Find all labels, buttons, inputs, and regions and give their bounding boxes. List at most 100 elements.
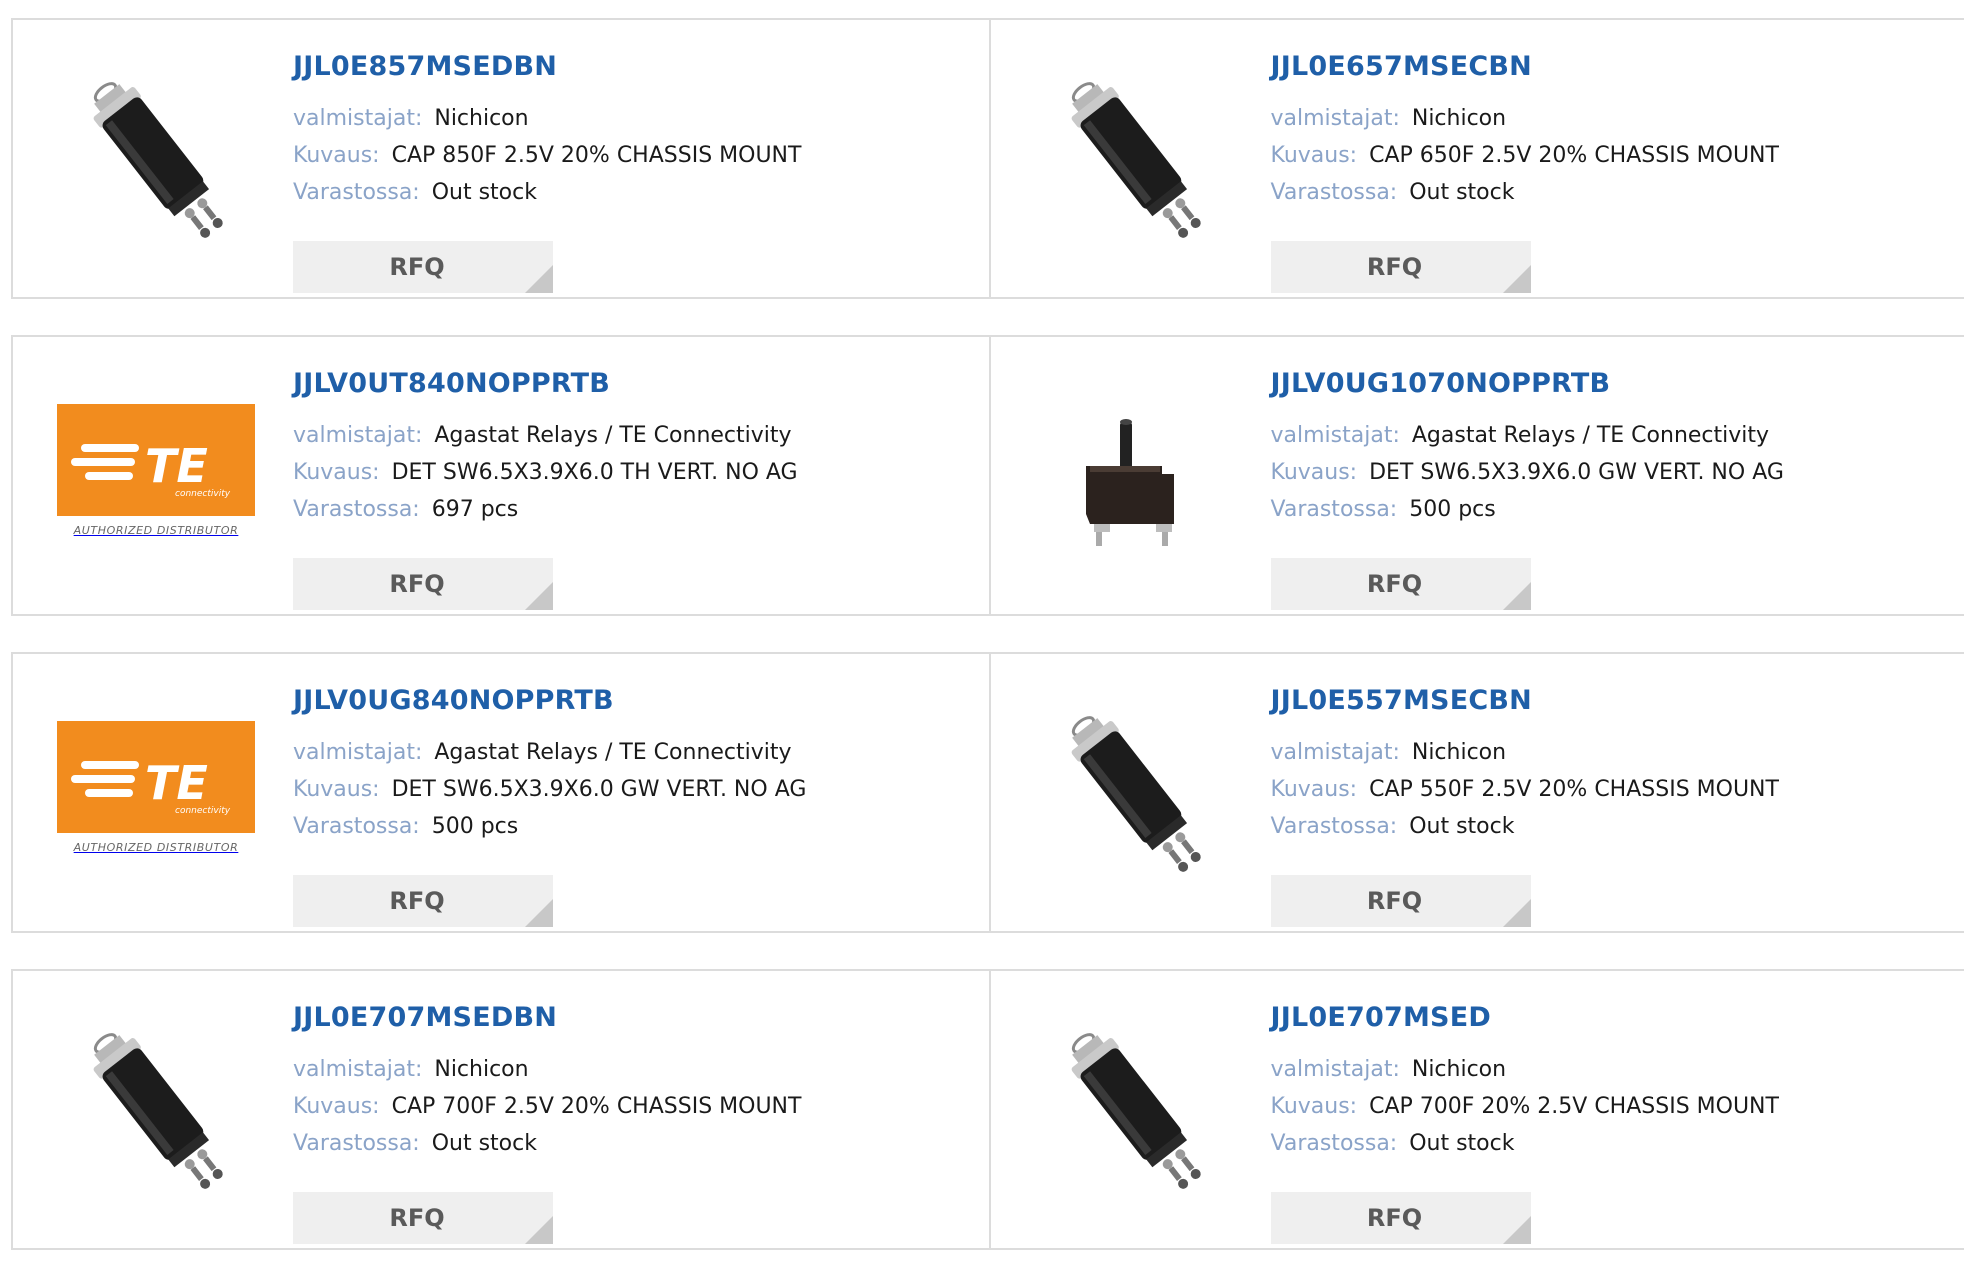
stock-value: Out stock bbox=[1409, 1131, 1514, 1156]
rfq-button[interactable]: RFQ bbox=[293, 558, 553, 610]
rfq-corner-decoration bbox=[525, 899, 553, 927]
description-value: CAP 550F 2.5V 20% CHASSIS MOUNT bbox=[1369, 777, 1779, 802]
product-grid: JJL0E857MSEDBN valmistajat: Nichicon Kuva… bbox=[11, 18, 1964, 1286]
description-label: Kuvaus: bbox=[293, 143, 380, 168]
description-label: Kuvaus: bbox=[1271, 1094, 1358, 1119]
manufacturer-value: Agastat Relays / TE Connectivity bbox=[434, 740, 791, 765]
te-logo-box: TE connectivity bbox=[57, 721, 255, 833]
product-image-link[interactable] bbox=[1029, 369, 1239, 579]
description-value: CAP 700F 2.5V 20% CHASSIS MOUNT bbox=[392, 1094, 802, 1119]
part-number-link[interactable]: JJL0E557MSECBN bbox=[1271, 682, 1779, 720]
te-connectivity-logo: TE connectivity AUTHORIZED DISTRIBUTOR bbox=[56, 721, 256, 861]
description-line: Kuvaus: CAP 700F 2.5V 20% CHASSIS MOUNT bbox=[293, 1088, 801, 1125]
product-image-link[interactable] bbox=[51, 52, 261, 262]
manufacturer-line: valmistajat: Nichicon bbox=[293, 1051, 801, 1088]
stock-label: Varastossa: bbox=[293, 497, 420, 522]
rfq-button[interactable]: RFQ bbox=[1271, 241, 1531, 293]
product-info: JJL0E707MSED valmistajat:Nichicon Kuvaus… bbox=[1271, 999, 1779, 1162]
manufacturer-value: Nichicon bbox=[434, 106, 528, 131]
stock-value: 500 pcs bbox=[1409, 497, 1496, 522]
rfq-label: RFQ bbox=[1367, 887, 1422, 915]
part-number-link[interactable]: JJL0E657MSECBN bbox=[1271, 48, 1779, 86]
rfq-corner-decoration bbox=[1503, 582, 1531, 610]
manufacturer-line: valmistajat: Nichicon bbox=[1271, 100, 1779, 137]
stock-line: Varastossa:Out stock bbox=[1271, 174, 1779, 211]
capacitor-image bbox=[1034, 57, 1234, 257]
svg-text:TE: TE bbox=[145, 756, 208, 810]
manufacturer-line: valmistajat: Agastat Relays / TE Connecti… bbox=[293, 734, 806, 771]
stock-line: Varastossa: 697 pcs bbox=[293, 491, 798, 528]
stock-value: Out stock bbox=[1409, 180, 1514, 205]
manufacturer-value: Agastat Relays / TE Connectivity bbox=[434, 423, 791, 448]
product-info: JJLV0UT840NOPPRTB valmistajat: Agastat Re… bbox=[293, 365, 798, 528]
te-connectivity-logo: TE connectivity AUTHORIZED DISTRIBUTOR bbox=[56, 404, 256, 544]
product-image-link[interactable] bbox=[1029, 52, 1239, 262]
part-number-link[interactable]: JJLV0UT840NOPPRTB bbox=[293, 365, 798, 403]
svg-text:connectivity: connectivity bbox=[175, 806, 231, 816]
product-info: JJLV0UG1070NOPPRTB valmistajat:Agastat R… bbox=[1271, 365, 1784, 528]
manufacturer-label: valmistajat: bbox=[293, 1057, 422, 1082]
product-info: JJLV0UG840NOPPRTB valmistajat: Agastat Re… bbox=[293, 682, 806, 845]
manufacturer-line: valmistajat:Nichicon bbox=[293, 100, 801, 137]
rfq-corner-decoration bbox=[525, 1216, 553, 1244]
description-label: Kuvaus: bbox=[293, 460, 380, 485]
stock-label: Varastossa: bbox=[293, 814, 420, 839]
product-row: TE connectivity AUTHORIZED DISTRIBUTOR J… bbox=[11, 652, 1964, 933]
te-logo-mark: TE connectivity bbox=[57, 404, 255, 516]
rfq-button[interactable]: RFQ bbox=[1271, 1192, 1531, 1244]
product-info: JJL0E557MSECBN valmistajat:Nichicon Kuva… bbox=[1271, 682, 1779, 845]
stock-value: Out stock bbox=[432, 180, 537, 205]
product-card: JJL0E707MSED valmistajat:Nichicon Kuvaus… bbox=[989, 971, 1964, 1248]
product-image-link[interactable] bbox=[1029, 686, 1239, 896]
manufacturer-value: Nichicon bbox=[1412, 106, 1506, 131]
description-value: DET SW6.5X3.9X6.0 TH VERT. NO AG bbox=[392, 460, 798, 485]
stock-label: Varastossa: bbox=[293, 1131, 420, 1156]
manufacturer-value: Nichicon bbox=[1412, 740, 1506, 765]
rfq-label: RFQ bbox=[389, 887, 444, 915]
part-number-link[interactable]: JJL0E707MSED bbox=[1271, 999, 1779, 1037]
stock-line: Varastossa:Out stock bbox=[1271, 1125, 1779, 1162]
stock-value: 697 pcs bbox=[432, 497, 519, 522]
description-label: Kuvaus: bbox=[293, 1094, 380, 1119]
product-image-link[interactable] bbox=[1029, 1003, 1239, 1213]
rfq-button[interactable]: RFQ bbox=[1271, 558, 1531, 610]
description-value: DET SW6.5X3.9X6.0 GW VERT. NO AG bbox=[392, 777, 807, 802]
svg-text:connectivity: connectivity bbox=[175, 489, 231, 499]
product-image-link[interactable]: TE connectivity AUTHORIZED DISTRIBUTOR bbox=[51, 686, 261, 896]
rfq-button[interactable]: RFQ bbox=[293, 875, 553, 927]
product-card: TE connectivity AUTHORIZED DISTRIBUTOR J… bbox=[13, 337, 989, 614]
product-info: JJL0E657MSECBN valmistajat:Nichicon Kuva… bbox=[1271, 48, 1779, 211]
stock-label: Varastossa: bbox=[293, 180, 420, 205]
part-number-link[interactable]: JJL0E857MSEDBN bbox=[293, 48, 801, 86]
rfq-label: RFQ bbox=[1367, 1204, 1422, 1232]
te-logo-mark: TE connectivity bbox=[57, 721, 255, 833]
part-number-link[interactable]: JJLV0UG840NOPPRTB bbox=[293, 682, 806, 720]
svg-text:TE: TE bbox=[145, 439, 208, 493]
rfq-button[interactable]: RFQ bbox=[293, 241, 553, 293]
rfq-button[interactable]: RFQ bbox=[1271, 875, 1531, 927]
description-value: CAP 850F 2.5V 20% CHASSIS MOUNT bbox=[392, 143, 802, 168]
manufacturer-label: valmistajat: bbox=[293, 423, 422, 448]
part-number-link[interactable]: JJL0E707MSEDBN bbox=[293, 999, 801, 1037]
manufacturer-label: valmistajat: bbox=[1271, 740, 1400, 765]
manufacturer-label: valmistajat: bbox=[293, 740, 422, 765]
product-image-link[interactable] bbox=[51, 1003, 261, 1213]
part-number-link[interactable]: JJLV0UG1070NOPPRTB bbox=[1271, 365, 1784, 403]
te-logo-caption: AUTHORIZED DISTRIBUTOR bbox=[74, 524, 239, 537]
stock-line: Varastossa:Out stock bbox=[1271, 808, 1779, 845]
rfq-label: RFQ bbox=[1367, 253, 1422, 281]
description-value: CAP 700F 20% 2.5V CHASSIS MOUNT bbox=[1369, 1094, 1779, 1119]
rfq-button[interactable]: RFQ bbox=[293, 1192, 553, 1244]
product-card: TE connectivity AUTHORIZED DISTRIBUTOR J… bbox=[13, 654, 989, 931]
capacitor-image bbox=[1034, 691, 1234, 891]
manufacturer-line: valmistajat:Nichicon bbox=[1271, 1051, 1779, 1088]
rfq-label: RFQ bbox=[1367, 570, 1422, 598]
manufacturer-value: Nichicon bbox=[434, 1057, 528, 1082]
description-line: Kuvaus: DET SW6.5X3.9X6.0 TH VERT. NO AG bbox=[293, 454, 798, 491]
manufacturer-label: valmistajat: bbox=[1271, 106, 1400, 131]
product-row: JJL0E707MSEDBN valmistajat: Nichicon Kuva… bbox=[11, 969, 1964, 1250]
product-image-link[interactable]: TE connectivity AUTHORIZED DISTRIBUTOR bbox=[51, 369, 261, 579]
description-line: Kuvaus:DET SW6.5X3.9X6.0 GW VERT. NO AG bbox=[1271, 454, 1784, 491]
manufacturer-line: valmistajat:Agastat Relays / TE Connecti… bbox=[1271, 417, 1784, 454]
product-info: JJL0E707MSEDBN valmistajat: Nichicon Kuva… bbox=[293, 999, 801, 1162]
